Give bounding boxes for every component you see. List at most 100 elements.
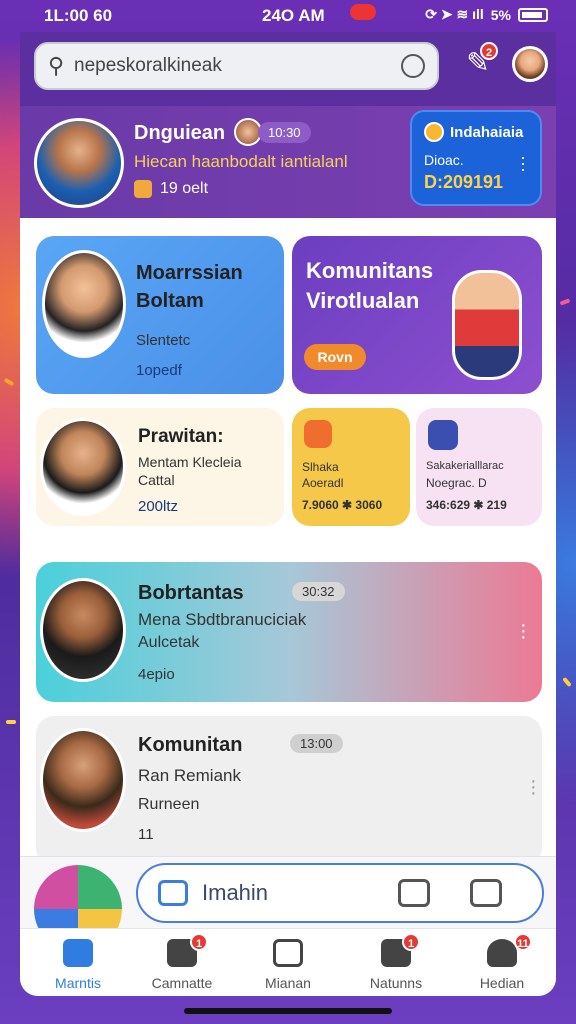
tab-label: Natunns [369, 975, 423, 991]
post-photo [40, 578, 126, 682]
profile-time-badge: 10:30 [258, 122, 311, 143]
post-line: Mena Sbdtbranuciciak [138, 610, 307, 629]
card-line: Slhaka [302, 460, 339, 474]
post-line-2: Aulcetak [138, 634, 200, 651]
balance-card-value: D:209191 [424, 172, 504, 192]
status-bar: 1L:00 60 24O AM ⟳ ➤ ≋ ıll 5% [0, 0, 576, 32]
battery-icon [518, 7, 548, 22]
status-icons: ⟳ ➤ ≋ ıll 5% [425, 6, 548, 23]
tab-badge: 1 [402, 933, 420, 951]
battery-label: 5% [490, 6, 511, 23]
profile-avatar[interactable] [34, 118, 124, 208]
post-title: Bobrtantas [138, 582, 244, 604]
post-title: Komunitan [138, 734, 243, 756]
profile-name: Dnguiean [134, 122, 226, 144]
tab-home[interactable]: Marntis [28, 929, 128, 996]
profile-banner: Dnguiean 10:30 Hiecan haanbodalt iantial… [20, 106, 556, 218]
gift-icon [134, 180, 152, 198]
card-line-2: Cattal [138, 472, 175, 488]
post-card[interactable]: Bobrtantas 30:32 Mena Sbdtbranuciciak Au… [36, 562, 542, 702]
card-line: Slentetc [136, 332, 191, 349]
card-line-2: Noegrac. D [426, 476, 487, 490]
record-icon [350, 4, 376, 20]
home-indicator[interactable] [184, 1008, 392, 1014]
content-feed: Moarrssian Boltam Slentetc 1opedf Komuni… [20, 218, 556, 996]
status-time: 1L:00 60 [44, 6, 113, 25]
card-sakaker[interactable]: Sakakerialllarac Noegrac. D 346:629 ✱ 21… [416, 408, 542, 526]
post-photo [40, 728, 126, 832]
balance-card-title: Indahaiaia [450, 123, 524, 141]
notification-badge: 2 [480, 42, 498, 60]
coin-icon [424, 122, 444, 142]
card-prawitan[interactable]: Prawitan: Mentam Klecleia Cattal 200ltz [36, 408, 284, 526]
compose-field[interactable]: Imahin [136, 863, 544, 923]
more-icon[interactable]: · · · [530, 771, 537, 803]
app-screen: ⚲ nepeskoralkineak ✎ 2 Dnguiean 10:30 Hi… [20, 32, 556, 996]
card-meta: 200ltz [138, 498, 179, 515]
card-photo [42, 250, 126, 358]
profile-count: 19 oelt [134, 180, 208, 198]
card-slhaka[interactable]: Slhaka Aoeradl 7.9060 ✱ 3060 [292, 408, 410, 526]
join-button[interactable]: Rovn [304, 344, 366, 370]
profile-subtitle: Hiecan haanbodalt iantialanl [134, 152, 348, 171]
post-line: Ran Remiank [138, 766, 241, 785]
card-title: Komunitans [306, 258, 434, 283]
signal-icon: ⟳ ➤ ≋ ıll [425, 6, 484, 22]
search-input[interactable]: nepeskoralkineak [74, 55, 401, 77]
tab-profile[interactable]: 11 Hedian [452, 929, 552, 996]
post-time: 13:00 [290, 734, 343, 753]
post-card[interactable]: Komunitan 13:00 Ran Remiank Rurneen 11 ·… [36, 716, 542, 866]
profile-count-label: 19 oelt [160, 180, 209, 197]
post-meta: 11 [138, 826, 154, 843]
tab-label: Hedian [479, 975, 525, 991]
more-icon[interactable]: · · · [520, 615, 527, 647]
card-mission[interactable]: Moarrssian Boltam Slentetc 1opedf [36, 236, 284, 394]
top-bar: ⚲ nepeskoralkineak ✎ 2 [20, 32, 556, 106]
balance-card[interactable]: Indahaiaia Dioac. D:209191 · · · [410, 110, 542, 206]
person-icon [487, 939, 517, 967]
tab-label: Camnatte [151, 975, 213, 991]
tab-label: Mianan [265, 975, 311, 991]
status-clock: 24O AM [262, 6, 325, 25]
tab-notifications[interactable]: 1 Natunns [346, 929, 446, 996]
card-line-2: Aoeradl [302, 476, 344, 490]
card-title-2: Boltam [136, 290, 204, 312]
tab-badge: 1 [190, 933, 208, 951]
kid-illustration [452, 270, 522, 380]
calendar-icon[interactable] [470, 879, 502, 907]
user-avatar[interactable] [512, 46, 548, 82]
post-meta: 4epio [138, 666, 175, 683]
confetti [6, 720, 16, 724]
card-line: Mentam Klecleia [138, 454, 242, 470]
card-line: Sakakerialllarac [426, 460, 504, 472]
card-meta: 7.9060 ✱ 3060 [302, 498, 383, 512]
compose-label: Imahin [202, 880, 269, 905]
post-line-2: Rurneen [138, 796, 200, 813]
card-title: Moarrssian [136, 262, 243, 284]
card-meta: 346:629 ✱ 219 [426, 498, 507, 512]
app-icon [304, 420, 332, 448]
tab-bar: Marntis 1 Camnatte Mianan 1 Natunns 11 H… [20, 928, 556, 996]
tab-label: Marntis [55, 975, 101, 991]
camera-icon[interactable] [401, 54, 425, 78]
tab-badge: 11 [514, 933, 532, 951]
balance-card-header: Indahaiaia [424, 122, 528, 142]
balance-card-sub: Dioac. [424, 152, 464, 168]
card-meta: 1opedf [136, 362, 182, 379]
card-photo [40, 418, 126, 516]
photo-icon[interactable] [398, 879, 430, 907]
card-title-2: Virotlualan [306, 288, 420, 313]
card-title: Prawitan: [138, 426, 224, 447]
notification-bell-icon[interactable]: ✎ 2 [460, 42, 498, 82]
edit-icon [273, 939, 303, 967]
search-icon: ⚲ [48, 53, 65, 78]
tab-write[interactable]: Mianan [238, 929, 338, 996]
search-bar[interactable]: ⚲ nepeskoralkineak [34, 42, 439, 90]
home-icon [63, 939, 93, 967]
more-icon[interactable]: · · · [520, 148, 526, 178]
card-community-virtual[interactable]: Komunitans Virotlualan Rovn [292, 236, 542, 394]
post-time: 30:32 [292, 582, 345, 601]
chat-icon [158, 880, 188, 906]
app-icon [428, 420, 458, 450]
tab-comments[interactable]: 1 Camnatte [132, 929, 232, 996]
